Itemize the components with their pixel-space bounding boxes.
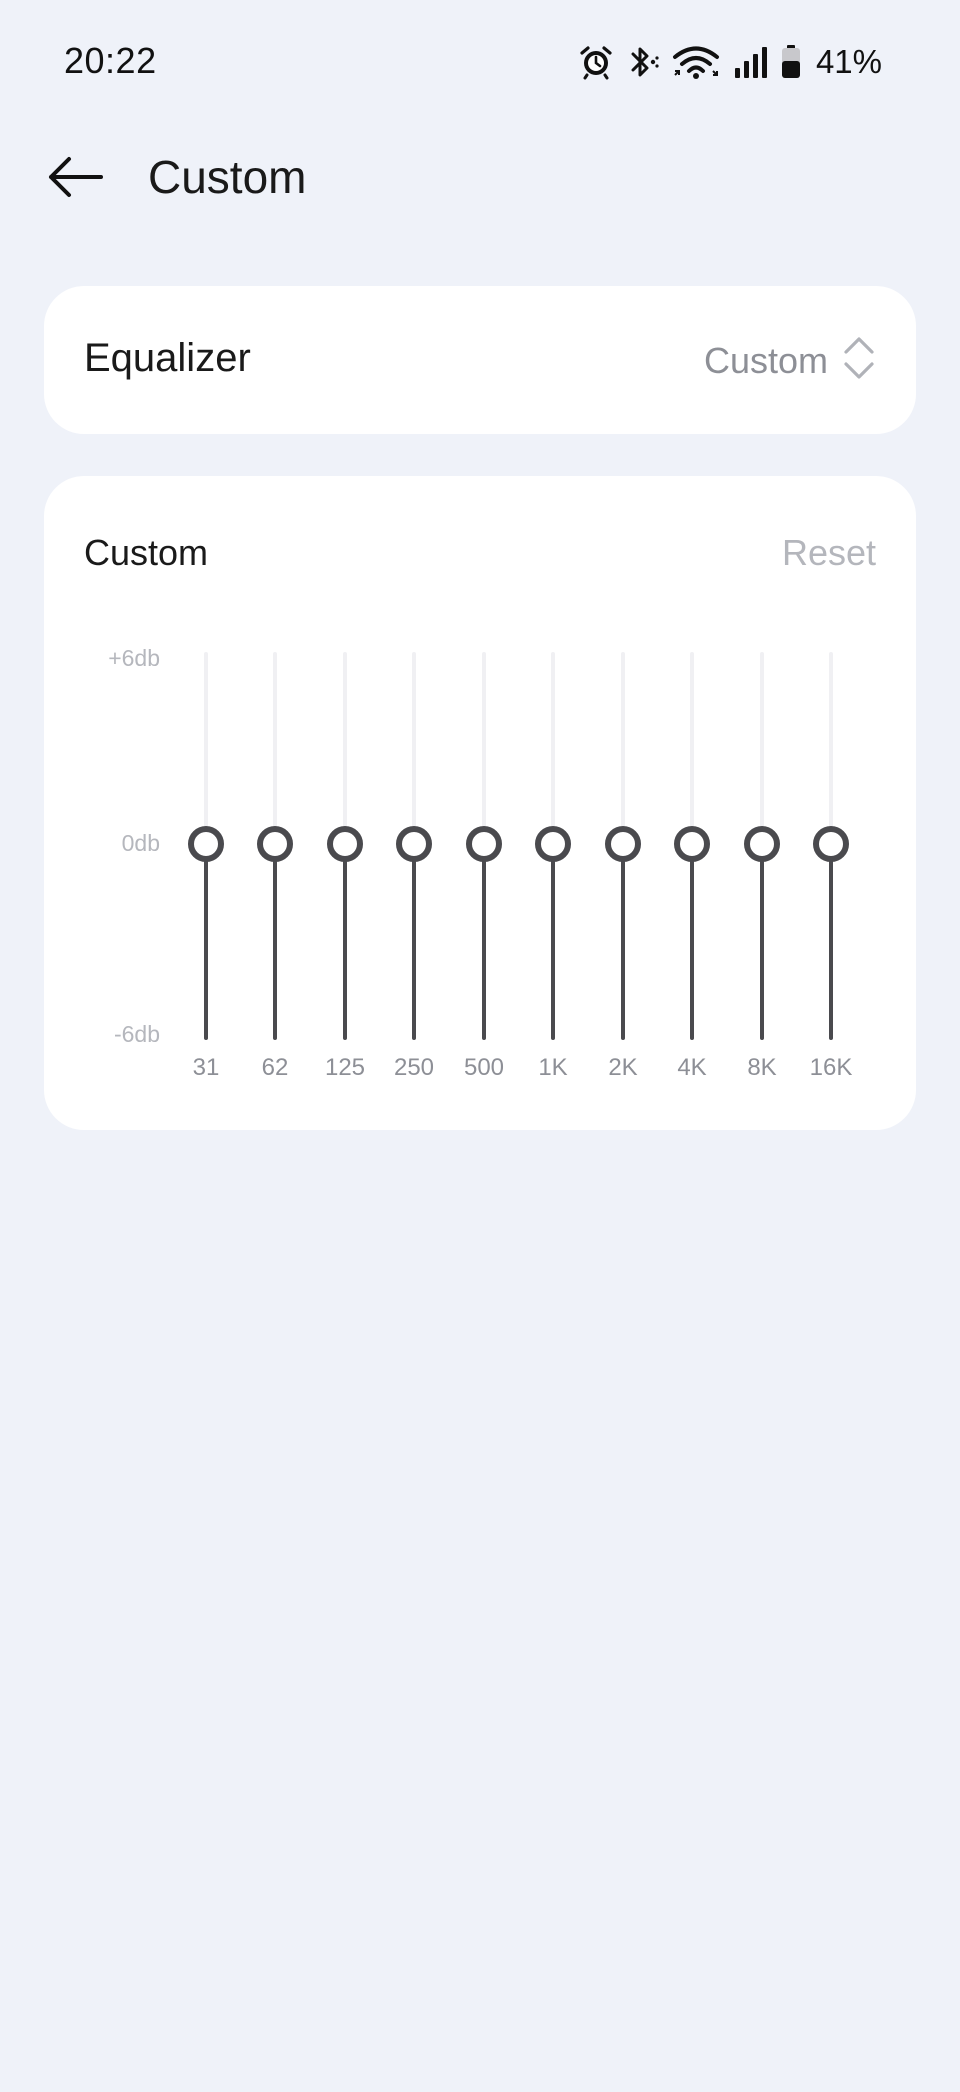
band-slider-62[interactable]: 62	[243, 476, 307, 1130]
status-bar: 20:22 41%	[0, 0, 960, 124]
slider-track-upper	[621, 652, 625, 842]
slider-thumb[interactable]	[188, 826, 224, 862]
back-button[interactable]	[40, 144, 110, 214]
slider-track-lower	[343, 842, 347, 1040]
band-slider-2k[interactable]: 2K	[591, 476, 655, 1130]
band-slider-250[interactable]: 250	[382, 476, 446, 1130]
band-slider-125[interactable]: 125	[313, 476, 377, 1130]
slider-track-upper	[482, 652, 486, 842]
slider-track-lower	[204, 842, 208, 1040]
slider-thumb[interactable]	[327, 826, 363, 862]
signal-icon	[732, 44, 768, 80]
slider-track-upper	[273, 652, 277, 842]
slider-track-lower	[690, 842, 694, 1040]
db-label-max: +6db	[108, 645, 160, 671]
slider-thumb[interactable]	[744, 826, 780, 862]
band-slider-31[interactable]: 31	[174, 476, 238, 1130]
slider-thumb[interactable]	[674, 826, 710, 862]
battery-percent: 41%	[815, 43, 882, 80]
page-title: Custom	[148, 151, 307, 203]
band-slider-1k[interactable]: 1K	[521, 476, 585, 1130]
slider-track-lower	[482, 842, 486, 1040]
slider-track-upper	[343, 652, 347, 842]
equalizer-label: Equalizer	[84, 336, 251, 380]
slider-thumb[interactable]	[257, 826, 293, 862]
equalizer-preset-value: Custom	[703, 340, 828, 381]
slider-thumb[interactable]	[396, 826, 432, 862]
slider-thumb[interactable]	[535, 826, 571, 862]
slider-track-upper	[690, 652, 694, 842]
battery-icon	[780, 44, 802, 80]
app-bar: Custom	[0, 124, 960, 234]
slider-thumb[interactable]	[466, 826, 502, 862]
db-label-min: -6db	[113, 1021, 160, 1047]
slider-thumb[interactable]	[605, 826, 641, 862]
status-icons: 41%	[578, 40, 882, 84]
status-time: 20:22	[64, 40, 157, 81]
equalizer-bands-panel: Custom Reset +6db 0db -6db 31 62 125 250…	[44, 476, 916, 1130]
slider-track-upper	[204, 652, 208, 842]
slider-track-upper	[829, 652, 833, 842]
slider-track-upper	[412, 652, 416, 842]
up-down-chevron-icon	[842, 334, 876, 382]
band-slider-4k[interactable]: 4K	[660, 476, 724, 1130]
band-slider-500[interactable]: 500	[452, 476, 516, 1130]
equalizer-preset-row[interactable]: Equalizer Custom	[44, 286, 916, 434]
slider-track-lower	[829, 842, 833, 1040]
slider-thumb[interactable]	[813, 826, 849, 862]
bluetooth-icon	[626, 44, 660, 80]
slider-track-lower	[760, 842, 764, 1040]
band-slider-16k[interactable]: 16K	[799, 476, 863, 1130]
alarm-icon	[578, 44, 614, 80]
wifi-icon	[672, 44, 720, 80]
slider-track-upper	[551, 652, 555, 842]
band-slider-8k[interactable]: 8K	[730, 476, 794, 1130]
band-label: 16K	[809, 1054, 853, 1081]
slider-track-upper	[760, 652, 764, 842]
slider-track-lower	[621, 842, 625, 1040]
arrow-left-icon	[45, 152, 105, 207]
slider-track-lower	[273, 842, 277, 1040]
db-label-zero: 0db	[121, 830, 160, 856]
slider-track-lower	[412, 842, 416, 1040]
slider-track-lower	[551, 842, 555, 1040]
